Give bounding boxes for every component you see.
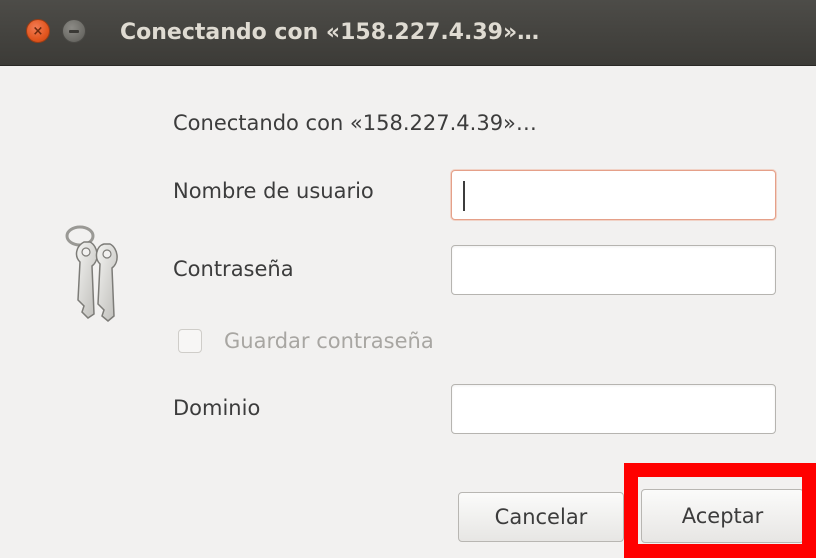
cancel-button[interactable]: Cancelar [458,492,624,542]
close-button[interactable]: × [26,19,50,43]
title-bar[interactable]: × Conectando con «158.227.4.39»… [0,0,816,66]
remember-password-label: Guardar contraseña [224,329,434,353]
password-field[interactable] [451,245,776,295]
window-title: Conectando con «158.227.4.39»… [120,20,540,45]
keys-icon [65,225,118,322]
text-cursor [463,181,465,211]
remember-password-option[interactable]: Guardar contraseña [178,323,434,359]
connection-message: Conectando con «158.227.4.39»… [173,111,537,135]
domain-field[interactable] [451,384,776,434]
minimize-button[interactable] [62,19,86,43]
remember-password-checkbox[interactable] [178,329,202,353]
password-label: Contraseña [173,257,294,281]
accept-button[interactable]: Aceptar [641,489,804,543]
username-field[interactable] [451,170,776,220]
username-label: Nombre de usuario [173,179,374,203]
close-icon: × [32,23,44,39]
minimize-icon [69,29,79,33]
domain-label: Dominio [173,396,261,420]
auth-dialog: × Conectando con «158.227.4.39»… Conecta… [0,0,816,558]
